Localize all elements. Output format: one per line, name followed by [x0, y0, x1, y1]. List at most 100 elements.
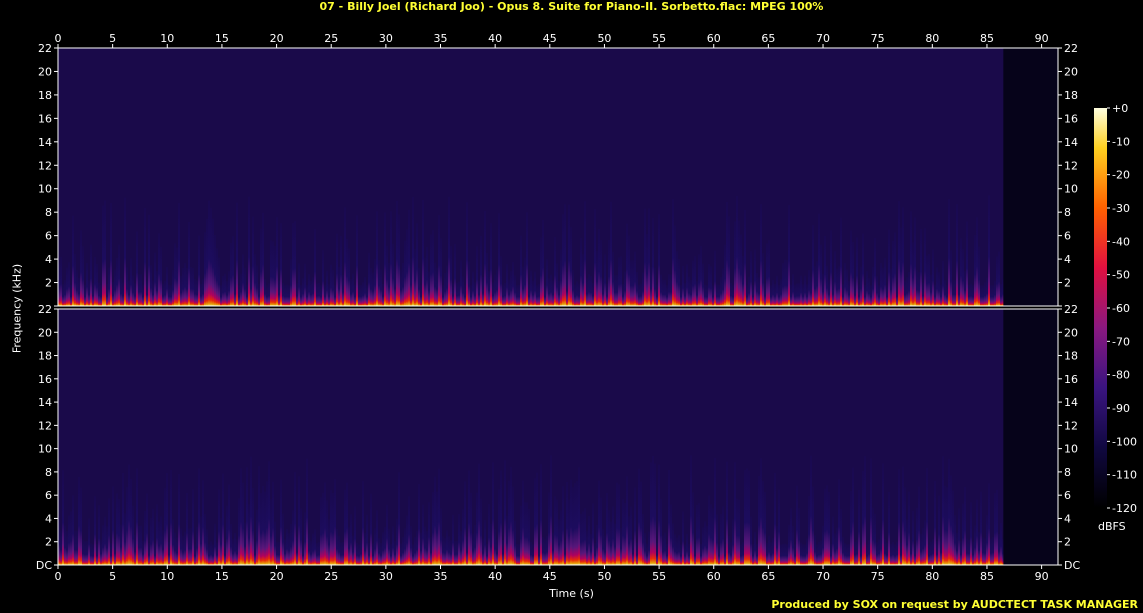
energy-column — [194, 279, 196, 306]
energy-column — [880, 528, 882, 565]
energy-column — [84, 541, 86, 565]
energy-column — [728, 536, 730, 565]
energy-column — [694, 543, 696, 565]
energy-column — [498, 489, 500, 565]
energy-column — [102, 525, 104, 565]
energy-column — [416, 530, 418, 565]
energy-column — [968, 284, 970, 306]
energy-column — [596, 250, 598, 306]
energy-column — [964, 487, 966, 565]
energy-column — [924, 228, 926, 306]
energy-column — [522, 266, 524, 306]
energy-column — [730, 542, 732, 565]
energy-column — [222, 473, 224, 565]
x-tick-label-top: 40 — [488, 32, 502, 45]
energy-column — [824, 488, 826, 565]
energy-column — [852, 241, 854, 306]
energy-column — [886, 285, 888, 306]
energy-column — [576, 481, 578, 565]
energy-column — [832, 279, 834, 306]
energy-column — [658, 214, 660, 306]
energy-column — [760, 458, 762, 565]
energy-column — [894, 232, 896, 306]
energy-column — [262, 212, 264, 306]
energy-column — [756, 544, 758, 565]
x-tick-label-top: 60 — [707, 32, 721, 45]
energy-column — [76, 270, 78, 306]
energy-column — [428, 502, 430, 565]
energy-column — [448, 196, 450, 306]
energy-column — [390, 544, 392, 565]
energy-column — [346, 482, 348, 565]
energy-column — [220, 285, 222, 306]
energy-column — [834, 251, 836, 306]
energy-column — [600, 240, 602, 306]
energy-column — [298, 263, 300, 306]
energy-column — [744, 470, 746, 565]
energy-column — [868, 540, 870, 565]
energy-column — [386, 504, 388, 565]
energy-column — [896, 284, 898, 306]
colorbar-tick-label: -60 — [1112, 302, 1130, 315]
y-tick-label: 10 — [38, 443, 52, 456]
energy-column — [82, 539, 84, 565]
energy-column — [730, 282, 732, 306]
energy-column — [178, 202, 180, 306]
energy-column — [244, 522, 246, 565]
energy-column — [772, 279, 774, 306]
energy-column — [842, 536, 844, 565]
energy-column — [482, 276, 484, 306]
energy-column — [238, 285, 240, 306]
energy-column — [766, 542, 768, 565]
energy-column — [622, 499, 624, 565]
energy-column — [188, 528, 190, 565]
energy-column — [228, 271, 230, 306]
y-tick-label: 22 — [1064, 42, 1078, 55]
energy-column — [696, 505, 698, 565]
energy-column — [456, 282, 458, 306]
energy-column — [678, 535, 680, 565]
energy-column — [818, 541, 820, 565]
energy-column — [248, 504, 250, 565]
energy-column — [370, 493, 372, 565]
energy-column — [304, 512, 306, 565]
energy-column — [442, 285, 444, 306]
x-tick-label-bottom: 15 — [215, 570, 229, 583]
energy-column — [980, 285, 982, 306]
energy-column — [380, 269, 382, 306]
silence-region — [1003, 309, 1058, 565]
energy-column — [356, 543, 358, 565]
energy-column — [424, 257, 426, 306]
energy-column — [536, 472, 538, 565]
energy-column — [652, 455, 654, 565]
energy-column — [70, 511, 72, 565]
energy-column — [534, 478, 536, 565]
energy-column — [802, 544, 804, 565]
energy-column — [846, 544, 848, 565]
energy-column — [888, 229, 890, 306]
energy-column — [432, 492, 434, 565]
energy-column — [958, 508, 960, 565]
energy-column — [124, 513, 126, 565]
energy-column — [296, 283, 298, 306]
energy-column — [396, 518, 398, 565]
energy-column — [644, 208, 646, 306]
energy-column — [714, 250, 716, 306]
x-tick-label-bottom: 20 — [270, 570, 284, 583]
y-tick-label: 12 — [38, 159, 52, 172]
energy-column — [156, 504, 158, 565]
energy-column — [424, 526, 426, 565]
x-tick-label-bottom: 80 — [925, 570, 939, 583]
energy-column — [414, 248, 416, 306]
energy-column — [584, 508, 586, 565]
energy-column — [990, 285, 992, 306]
y-tick-label: DC — [36, 559, 52, 572]
colorbar: +0 -10 -20 -30 -40 -50 -60 -70 -80 -90 -100 -110 -12… — [1094, 102, 1137, 515]
energy-column — [882, 463, 884, 565]
energy-column — [246, 467, 248, 565]
energy-column — [404, 528, 406, 565]
energy-column — [908, 271, 910, 306]
energy-column — [164, 488, 166, 565]
y-tick-label: 4 — [45, 253, 52, 266]
energy-column — [694, 256, 696, 306]
